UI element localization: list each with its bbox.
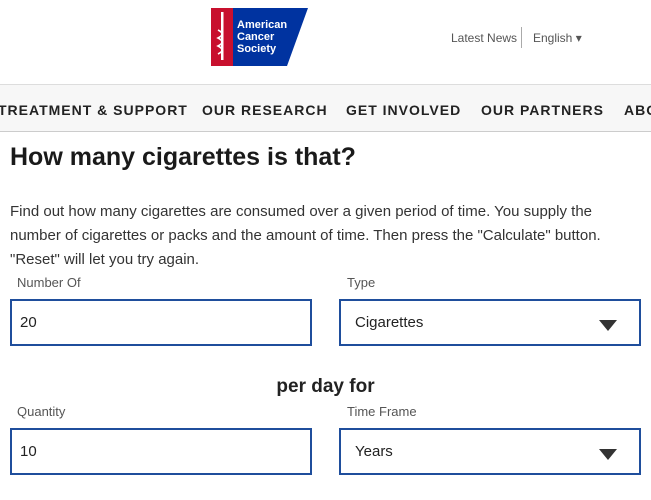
quantity-input[interactable]: 10 (10, 428, 312, 475)
nav-our-partners[interactable]: OUR PARTNERS (481, 102, 604, 118)
nav-about[interactable]: ABO (624, 102, 651, 118)
description: Find out how many cigarettes are consume… (10, 203, 601, 268)
dropdown-arrow-icon (599, 449, 617, 460)
number-of-input[interactable]: 20 (10, 299, 312, 346)
acs-logo[interactable]: American Cancer Society (211, 8, 308, 66)
type-label: Type (347, 275, 376, 290)
number-of-value: 20 (20, 314, 37, 331)
language-selector[interactable]: English ▾ (533, 31, 582, 45)
svg-text:Cancer: Cancer (237, 31, 275, 43)
number-of-label: Number Of (17, 275, 81, 290)
dropdown-arrow-icon (599, 320, 617, 331)
nav-our-research[interactable]: OUR RESEARCH (202, 102, 328, 118)
svg-text:Society: Society (237, 43, 277, 55)
type-select[interactable]: Cigarettes (339, 299, 641, 346)
per-day-for-label: per day for (276, 376, 375, 397)
time-frame-select[interactable]: Years (339, 428, 641, 475)
svg-text:American: American (237, 19, 287, 31)
type-value: Cigarettes (355, 314, 424, 331)
page-title: How many cigarettes is that? (10, 143, 356, 171)
nav-treatment-support[interactable]: TREATMENT & SUPPORT (0, 102, 188, 118)
quantity-label: Quantity (17, 404, 66, 419)
quantity-value: 10 (20, 443, 37, 460)
main-nav: TREATMENT & SUPPORT OUR RESEARCH GET INV… (0, 84, 651, 132)
time-frame-label: Time Frame (347, 404, 417, 419)
time-frame-value: Years (355, 443, 393, 460)
header-divider (521, 27, 522, 48)
latest-news-link[interactable]: Latest News (451, 31, 517, 45)
nav-get-involved[interactable]: GET INVOLVED (346, 102, 461, 118)
language-label: English (533, 31, 573, 45)
caret-down-icon: ▾ (575, 31, 582, 45)
